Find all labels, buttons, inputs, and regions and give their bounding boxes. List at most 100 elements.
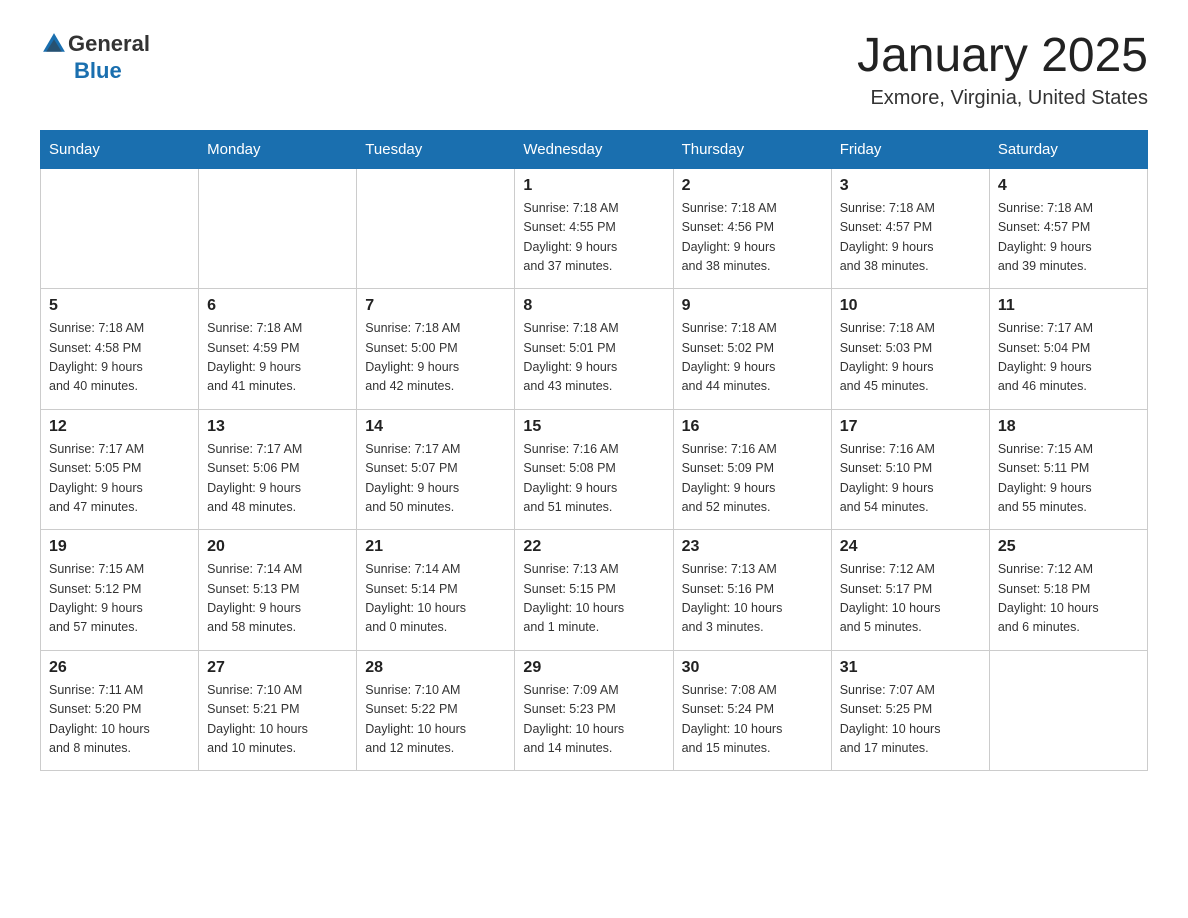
day-info: Sunrise: 7:13 AM Sunset: 5:16 PM Dayligh… xyxy=(682,560,823,638)
day-cell: 16 Sunrise: 7:16 AM Sunset: 5:09 PM Dayli… xyxy=(673,409,831,530)
day-cell: 20 Sunrise: 7:14 AM Sunset: 5:13 PM Dayli… xyxy=(199,530,357,651)
day-number: 16 xyxy=(682,418,823,436)
day-number: 20 xyxy=(207,538,348,556)
day-number: 25 xyxy=(998,538,1139,556)
day-number: 13 xyxy=(207,418,348,436)
day-cell: 15Sunrise: 7:16 AM Sunset: 5:08 PM Dayli… xyxy=(515,409,673,530)
day-cell: 10Sunrise: 7:18 AM Sunset: 5:03 PM Dayli… xyxy=(831,289,989,410)
day-cell: 30Sunrise: 7:08 AM Sunset: 5:24 PM Dayli… xyxy=(673,650,831,771)
page-header: General Blue January 2025 Exmore, Virgin… xyxy=(40,30,1148,110)
day-cell: 11 Sunrise: 7:17 AM Sunset: 5:04 PM Dayli… xyxy=(989,289,1147,410)
day-number: 1 xyxy=(523,177,664,195)
day-number: 5 xyxy=(49,297,190,315)
day-info: Sunrise: 7:18 AM Sunset: 4:57 PM Dayligh… xyxy=(840,199,981,277)
day-cell xyxy=(199,168,357,289)
day-info: Sunrise: 7:14 AM Sunset: 5:13 PM Dayligh… xyxy=(207,560,348,638)
day-number: 22 xyxy=(523,538,664,556)
day-info: Sunrise: 7:12 AM Sunset: 5:17 PM Dayligh… xyxy=(840,560,981,638)
day-info: Sunrise: 7:18 AM Sunset: 4:56 PM Dayligh… xyxy=(682,199,823,277)
day-info: Sunrise: 7:09 AM Sunset: 5:23 PM Dayligh… xyxy=(523,681,664,759)
col-header-sunday: Sunday xyxy=(41,130,199,168)
day-number: 7 xyxy=(365,297,506,315)
day-number: 18 xyxy=(998,418,1139,436)
day-number: 21 xyxy=(365,538,506,556)
page-subtitle: Exmore, Virginia, United States xyxy=(857,87,1148,110)
day-cell: 3 Sunrise: 7:18 AM Sunset: 4:57 PM Daylig… xyxy=(831,168,989,289)
day-info: Sunrise: 7:12 AM Sunset: 5:18 PM Dayligh… xyxy=(998,560,1139,638)
day-cell: 14Sunrise: 7:17 AM Sunset: 5:07 PM Dayli… xyxy=(357,409,515,530)
day-cell: 19 Sunrise: 7:15 AM Sunset: 5:12 PM Dayli… xyxy=(41,530,199,651)
day-info: Sunrise: 7:16 AM Sunset: 5:09 PM Dayligh… xyxy=(682,440,823,518)
day-info: Sunrise: 7:13 AM Sunset: 5:15 PM Dayligh… xyxy=(523,560,664,638)
day-info: Sunrise: 7:14 AM Sunset: 5:14 PM Dayligh… xyxy=(365,560,506,638)
day-info: Sunrise: 7:11 AM Sunset: 5:20 PM Dayligh… xyxy=(49,681,190,759)
day-info: Sunrise: 7:16 AM Sunset: 5:08 PM Dayligh… xyxy=(523,440,664,518)
day-number: 6 xyxy=(207,297,348,315)
day-info: Sunrise: 7:18 AM Sunset: 5:00 PM Dayligh… xyxy=(365,319,506,397)
day-cell: 28 Sunrise: 7:10 AM Sunset: 5:22 PM Dayli… xyxy=(357,650,515,771)
day-info: Sunrise: 7:10 AM Sunset: 5:22 PM Dayligh… xyxy=(365,681,506,759)
day-cell: 24 Sunrise: 7:12 AM Sunset: 5:17 PM Dayli… xyxy=(831,530,989,651)
day-number: 2 xyxy=(682,177,823,195)
day-info: Sunrise: 7:18 AM Sunset: 4:59 PM Dayligh… xyxy=(207,319,348,397)
col-header-saturday: Saturday xyxy=(989,130,1147,168)
day-cell: 5 Sunrise: 7:18 AM Sunset: 4:58 PM Daylig… xyxy=(41,289,199,410)
week-row-1: 1 Sunrise: 7:18 AM Sunset: 4:55 PM Daylig… xyxy=(41,168,1148,289)
day-cell: 25 Sunrise: 7:12 AM Sunset: 5:18 PM Dayli… xyxy=(989,530,1147,651)
day-cell: 18Sunrise: 7:15 AM Sunset: 5:11 PM Dayli… xyxy=(989,409,1147,530)
title-block: January 2025 Exmore, Virginia, United St… xyxy=(857,30,1148,110)
week-row-3: 12 Sunrise: 7:17 AM Sunset: 5:05 PM Dayli… xyxy=(41,409,1148,530)
day-cell: 7 Sunrise: 7:18 AM Sunset: 5:00 PM Daylig… xyxy=(357,289,515,410)
day-info: Sunrise: 7:07 AM Sunset: 5:25 PM Dayligh… xyxy=(840,681,981,759)
col-header-tuesday: Tuesday xyxy=(357,130,515,168)
col-header-friday: Friday xyxy=(831,130,989,168)
day-cell: 12 Sunrise: 7:17 AM Sunset: 5:05 PM Dayli… xyxy=(41,409,199,530)
day-info: Sunrise: 7:18 AM Sunset: 4:55 PM Dayligh… xyxy=(523,199,664,277)
day-number: 12 xyxy=(49,418,190,436)
logo-icon xyxy=(40,30,68,58)
day-cell: 26 Sunrise: 7:11 AM Sunset: 5:20 PM Dayli… xyxy=(41,650,199,771)
day-info: Sunrise: 7:18 AM Sunset: 4:58 PM Dayligh… xyxy=(49,319,190,397)
day-info: Sunrise: 7:18 AM Sunset: 4:57 PM Dayligh… xyxy=(998,199,1139,277)
day-number: 4 xyxy=(998,177,1139,195)
day-number: 9 xyxy=(682,297,823,315)
day-info: Sunrise: 7:16 AM Sunset: 5:10 PM Dayligh… xyxy=(840,440,981,518)
day-cell: 23 Sunrise: 7:13 AM Sunset: 5:16 PM Dayli… xyxy=(673,530,831,651)
day-number: 8 xyxy=(523,297,664,315)
col-header-thursday: Thursday xyxy=(673,130,831,168)
col-header-wednesday: Wednesday xyxy=(515,130,673,168)
day-info: Sunrise: 7:10 AM Sunset: 5:21 PM Dayligh… xyxy=(207,681,348,759)
day-info: Sunrise: 7:17 AM Sunset: 5:04 PM Dayligh… xyxy=(998,319,1139,397)
day-cell: 13Sunrise: 7:17 AM Sunset: 5:06 PM Dayli… xyxy=(199,409,357,530)
day-cell: 27Sunrise: 7:10 AM Sunset: 5:21 PM Dayli… xyxy=(199,650,357,771)
calendar-table: SundayMondayTuesdayWednesdayThursdayFrid… xyxy=(40,130,1148,772)
day-number: 19 xyxy=(49,538,190,556)
day-cell xyxy=(989,650,1147,771)
day-number: 26 xyxy=(49,659,190,677)
day-cell: 22 Sunrise: 7:13 AM Sunset: 5:15 PM Dayli… xyxy=(515,530,673,651)
day-info: Sunrise: 7:08 AM Sunset: 5:24 PM Dayligh… xyxy=(682,681,823,759)
day-cell: 17Sunrise: 7:16 AM Sunset: 5:10 PM Dayli… xyxy=(831,409,989,530)
logo: General Blue xyxy=(40,30,150,84)
day-info: Sunrise: 7:15 AM Sunset: 5:12 PM Dayligh… xyxy=(49,560,190,638)
day-number: 11 xyxy=(998,297,1139,315)
week-row-5: 26 Sunrise: 7:11 AM Sunset: 5:20 PM Dayli… xyxy=(41,650,1148,771)
day-info: Sunrise: 7:17 AM Sunset: 5:05 PM Dayligh… xyxy=(49,440,190,518)
logo-blue: Blue xyxy=(74,58,122,84)
day-cell xyxy=(41,168,199,289)
logo-general: General xyxy=(68,31,150,57)
day-number: 29 xyxy=(523,659,664,677)
day-number: 23 xyxy=(682,538,823,556)
page-title: January 2025 xyxy=(857,30,1148,83)
day-number: 28 xyxy=(365,659,506,677)
col-header-monday: Monday xyxy=(199,130,357,168)
day-cell xyxy=(357,168,515,289)
day-info: Sunrise: 7:18 AM Sunset: 5:01 PM Dayligh… xyxy=(523,319,664,397)
day-info: Sunrise: 7:18 AM Sunset: 5:02 PM Dayligh… xyxy=(682,319,823,397)
calendar-header-row: SundayMondayTuesdayWednesdayThursdayFrid… xyxy=(41,130,1148,168)
week-row-2: 5 Sunrise: 7:18 AM Sunset: 4:58 PM Daylig… xyxy=(41,289,1148,410)
day-info: Sunrise: 7:18 AM Sunset: 5:03 PM Dayligh… xyxy=(840,319,981,397)
day-cell: 4 Sunrise: 7:18 AM Sunset: 4:57 PM Daylig… xyxy=(989,168,1147,289)
day-number: 3 xyxy=(840,177,981,195)
day-number: 24 xyxy=(840,538,981,556)
